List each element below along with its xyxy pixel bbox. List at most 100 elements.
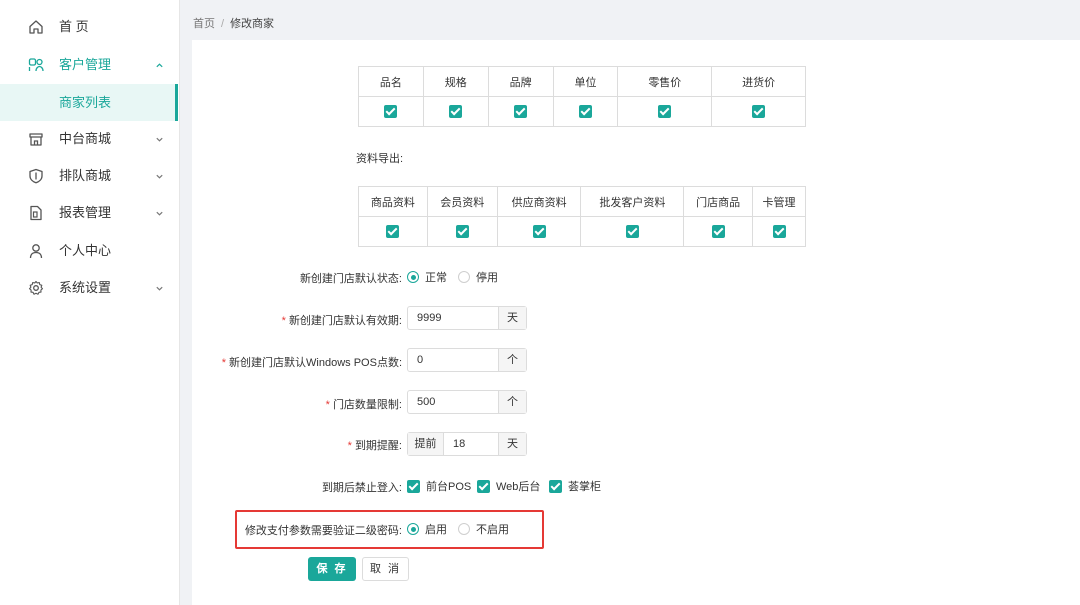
sidebar-item-label: 排队商城 xyxy=(59,168,112,183)
breadcrumb-separator: / xyxy=(221,18,225,30)
radio-unselected[interactable] xyxy=(458,271,470,283)
login-block-option-manager[interactable]: 荟掌柜 xyxy=(549,478,601,494)
sidebar-item-reports[interactable]: 报表管理 xyxy=(0,195,178,231)
chevron-up-icon xyxy=(156,63,163,68)
checkbox-front-pos[interactable] xyxy=(407,479,420,493)
table-cell xyxy=(426,216,498,247)
table-header-cell: 零售价 xyxy=(617,66,713,97)
chevron-down-icon xyxy=(156,174,163,179)
checkbox-store-products[interactable] xyxy=(711,225,725,238)
expiry-reminder-input[interactable]: 提前 18 天 xyxy=(407,432,527,456)
table-cell xyxy=(496,216,582,247)
status-option-disabled[interactable]: 停用 xyxy=(458,269,498,285)
status-option-normal[interactable]: 正常 xyxy=(407,269,447,285)
required-mark: * xyxy=(347,440,352,452)
checkbox-spec[interactable] xyxy=(449,105,463,118)
table-cell xyxy=(617,96,713,127)
checkbox-card-management[interactable] xyxy=(772,225,786,238)
checkbox-member-data[interactable] xyxy=(455,225,469,238)
option-label: 荟掌柜 xyxy=(568,481,601,493)
option-label: 不启用 xyxy=(476,524,509,536)
sidebar-item-settings[interactable]: 系统设置 xyxy=(0,270,178,306)
checkbox-manager-app[interactable] xyxy=(549,479,562,493)
default-validity-input[interactable]: 9999 天 xyxy=(407,306,527,330)
login-block-label: 到期后禁止登入: xyxy=(321,482,402,494)
input-value[interactable]: 500 xyxy=(408,391,498,413)
input-prefix: 提前 xyxy=(408,433,444,455)
sidebar-item-customers[interactable]: 客户管理 xyxy=(0,47,178,83)
sidebar-item-mall[interactable]: 中台商城 xyxy=(0,121,178,157)
input-value[interactable]: 9999 xyxy=(408,307,498,329)
sidebar-item-queue-mall[interactable]: 排队商城 xyxy=(0,158,178,194)
option-label: 停用 xyxy=(476,272,498,284)
default-validity-label: * 新创建门店默认有效期: xyxy=(282,312,402,328)
table-checkbox-row xyxy=(358,96,806,127)
checkbox-supplier-data[interactable] xyxy=(532,225,546,238)
gear-icon xyxy=(28,280,44,295)
table-header-cell: 商品资料 xyxy=(358,186,428,217)
table-header-cell: 品名 xyxy=(358,66,424,97)
table-cell xyxy=(487,96,554,127)
table-header-cell: 批发客户资料 xyxy=(580,186,685,217)
table-cell xyxy=(683,216,754,247)
default-pos-label: * 新创建门店默认Windows POS点数: xyxy=(222,354,402,370)
sidebar-subitem-merchant-list[interactable]: 商家列表 xyxy=(0,84,178,121)
checkbox-purchase-price[interactable] xyxy=(752,105,766,118)
field-label: 门店数量限制: xyxy=(332,399,402,411)
input-value[interactable]: 18 xyxy=(444,433,498,455)
table-header-cell: 供应商资料 xyxy=(496,186,582,217)
export-label: 资料导出: xyxy=(356,153,404,165)
checkbox-wholesale-customer-data[interactable] xyxy=(625,225,639,238)
table-header-cell: 会员资料 xyxy=(426,186,498,217)
checkbox-unit[interactable] xyxy=(579,105,592,118)
option-label: 正常 xyxy=(425,272,447,284)
table-cell xyxy=(711,96,806,127)
save-button[interactable]: 保 存 xyxy=(308,557,356,581)
breadcrumb-current: 修改商家 xyxy=(230,18,275,30)
product-fields-table: 品名 规格 品牌 单位 零售价 进货价 xyxy=(358,66,806,127)
checkbox-brand[interactable] xyxy=(514,105,528,118)
sidebar-item-profile[interactable]: 个人中心 xyxy=(0,233,178,269)
payment-verify-option-enable[interactable]: 启用 xyxy=(407,521,447,537)
expiry-reminder-label: * 到期提醒: xyxy=(348,437,402,453)
table-cell xyxy=(422,96,489,127)
checkbox-product-data[interactable] xyxy=(386,225,400,238)
field-label: 新创建门店默认Windows POS点数: xyxy=(229,357,402,369)
table-header-cell: 门店商品 xyxy=(683,186,754,217)
radio-selected[interactable] xyxy=(407,523,419,535)
default-pos-input[interactable]: 0 个 xyxy=(407,348,527,372)
table-header-cell: 进货价 xyxy=(711,66,806,97)
chevron-down-icon xyxy=(156,137,163,142)
input-value[interactable]: 0 xyxy=(408,349,498,371)
table-cell xyxy=(358,216,428,247)
home-icon xyxy=(29,20,43,34)
chevron-down-icon xyxy=(156,211,163,216)
checkbox-product-name[interactable] xyxy=(384,105,398,118)
store-limit-input[interactable]: 500 个 xyxy=(407,390,527,414)
checkbox-web-backend[interactable] xyxy=(477,479,490,493)
table-header-row: 商品资料 会员资料 供应商资料 批发客户资料 门店商品 卡管理 xyxy=(358,186,806,217)
shield-icon xyxy=(29,168,43,184)
user-icon xyxy=(29,244,43,259)
store-limit-label: * 门店数量限制: xyxy=(326,396,402,412)
cancel-button[interactable]: 取 消 xyxy=(362,557,409,581)
radio-selected[interactable] xyxy=(407,271,419,283)
payment-verify-option-disable[interactable]: 不启用 xyxy=(458,521,509,537)
login-block-option-web[interactable]: Web后台 xyxy=(477,478,540,494)
table-cell xyxy=(752,216,806,247)
table-cell xyxy=(552,96,619,127)
required-mark: * xyxy=(325,399,330,411)
checkbox-retail-price[interactable] xyxy=(658,105,672,118)
export-table: 商品资料 会员资料 供应商资料 批发客户资料 门店商品 卡管理 xyxy=(358,186,806,247)
radio-unselected[interactable] xyxy=(458,523,470,535)
sidebar-item-label: 中台商城 xyxy=(59,131,112,146)
login-block-option-pos[interactable]: 前台POS xyxy=(407,478,471,494)
breadcrumb-home[interactable]: 首页 xyxy=(193,18,215,30)
sidebar-subitem-label: 商家列表 xyxy=(59,95,112,110)
active-indicator xyxy=(175,84,178,121)
sidebar-item-home[interactable]: 首 页 xyxy=(0,9,178,45)
input-suffix: 天 xyxy=(498,307,526,329)
input-suffix: 天 xyxy=(498,433,526,455)
breadcrumb: 首页 / 修改商家 xyxy=(193,15,274,31)
option-label: Web后台 xyxy=(496,481,541,493)
